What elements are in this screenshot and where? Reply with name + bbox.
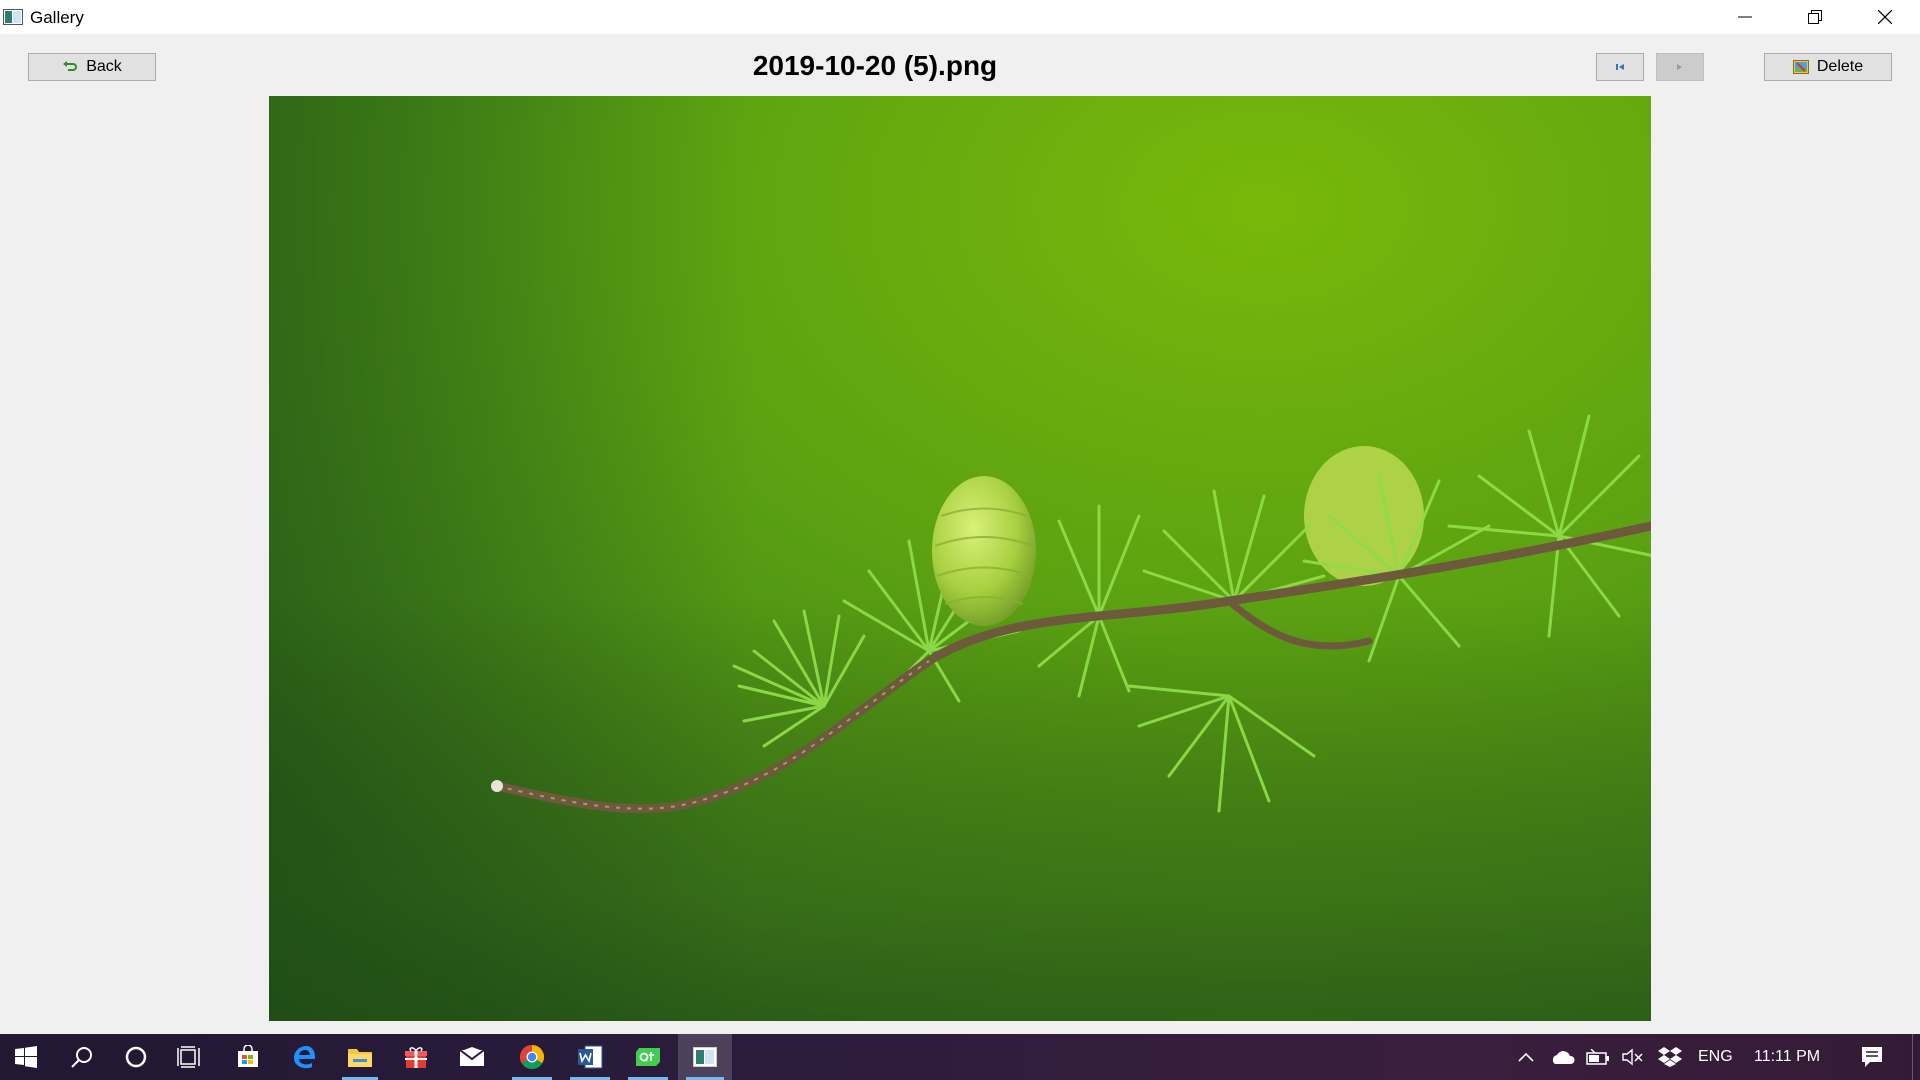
- photo-larch-branch: [269, 96, 1651, 1021]
- gift-icon: [405, 1047, 427, 1068]
- gallery-app-icon: [3, 9, 23, 25]
- cortana-icon: [125, 1046, 147, 1068]
- taskbar: ENG 11:11 PM: [0, 1034, 1920, 1080]
- volume-muted-icon: [1622, 1048, 1643, 1066]
- task-view-button[interactable]: [164, 1034, 216, 1080]
- file-name-title: 2019-10-20 (5).png: [752, 50, 998, 81]
- chrome-icon: [519, 1045, 545, 1070]
- windows-start-icon: [15, 1046, 37, 1068]
- battery-icon: [1586, 1049, 1609, 1065]
- gallery-app-icon: [693, 1047, 717, 1067]
- task-view-icon: [177, 1046, 200, 1068]
- previous-image-button[interactable]: [1596, 53, 1644, 81]
- taskbar-chrome[interactable]: [504, 1034, 560, 1080]
- minimize-button[interactable]: [1710, 0, 1780, 34]
- dropbox-button[interactable]: [1654, 1034, 1686, 1080]
- taskbar-edge[interactable]: [278, 1034, 330, 1080]
- show-desktop-button[interactable]: [1912, 1034, 1920, 1080]
- taskbar-qt[interactable]: [620, 1034, 676, 1080]
- onedrive-icon: [1552, 1051, 1575, 1064]
- chevron-up-icon: [1518, 1052, 1534, 1062]
- minimize-icon: [1738, 16, 1752, 18]
- edge-icon: [294, 1046, 315, 1069]
- word-icon: [578, 1045, 603, 1069]
- delete-label: Delete: [1816, 58, 1864, 75]
- file-explorer-icon: [348, 1049, 372, 1067]
- taskbar-word[interactable]: [562, 1034, 618, 1080]
- dropbox-icon: [1658, 1047, 1682, 1067]
- action-center-button[interactable]: [1852, 1034, 1892, 1080]
- mail-icon: [459, 1047, 485, 1066]
- close-button[interactable]: [1850, 0, 1920, 34]
- qt-icon: [636, 1048, 660, 1066]
- close-icon: [1878, 10, 1892, 24]
- taskbar-mail[interactable]: [446, 1034, 498, 1080]
- restore-button[interactable]: [1780, 0, 1850, 34]
- next-image-button[interactable]: [1656, 53, 1704, 81]
- taskbar-gallery[interactable]: [678, 1034, 732, 1080]
- start-button[interactable]: [0, 1034, 52, 1080]
- clock[interactable]: 11:11 PM: [1754, 1048, 1820, 1066]
- image-viewer: [269, 96, 1651, 1021]
- restore-icon: [1808, 10, 1822, 24]
- notification-icon: [1862, 1047, 1882, 1067]
- search-button[interactable]: [56, 1034, 108, 1080]
- next-icon: [1677, 64, 1682, 70]
- language-indicator[interactable]: ENG: [1698, 1048, 1733, 1066]
- onedrive-button[interactable]: [1546, 1034, 1578, 1080]
- delete-button[interactable]: Delete: [1764, 53, 1892, 81]
- title-bar: Gallery: [0, 0, 1920, 34]
- delete-icon: [1792, 60, 1809, 74]
- battery-button[interactable]: [1582, 1034, 1614, 1080]
- taskbar-file-explorer[interactable]: [334, 1034, 386, 1080]
- taskbar-store[interactable]: [222, 1034, 274, 1080]
- search-icon: [71, 1047, 92, 1068]
- window-title: Gallery: [30, 8, 84, 27]
- volume-button[interactable]: [1618, 1034, 1648, 1080]
- store-icon: [238, 1045, 258, 1067]
- taskbar-gift[interactable]: [390, 1034, 442, 1080]
- show-hidden-icons-button[interactable]: [1512, 1034, 1540, 1080]
- cortana-button[interactable]: [110, 1034, 162, 1080]
- prev-icon: [1616, 64, 1624, 70]
